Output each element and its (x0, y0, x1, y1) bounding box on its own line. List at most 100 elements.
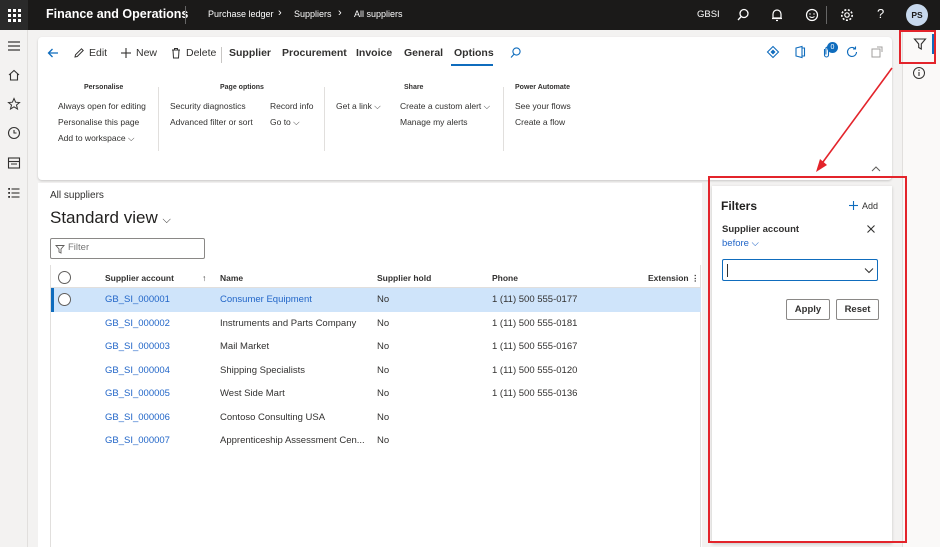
search-icon[interactable] (734, 6, 752, 24)
nav-breadcrumb-purchase-ledger[interactable]: Purchase ledger (208, 9, 274, 19)
sort-ascending-icon[interactable]: ↑ (202, 273, 206, 283)
row-select-radio[interactable] (58, 293, 71, 306)
gear-icon[interactable] (838, 6, 856, 24)
supplier-account-link[interactable]: GB_SI_000002 (105, 318, 170, 329)
top-bar: Finance and Operations Purchase ledger ›… (0, 0, 940, 30)
tab-options[interactable]: Options (454, 47, 494, 59)
annotation-highlight-filters-pane (708, 176, 907, 543)
supplier-name: Instruments and Parts Company (220, 318, 357, 329)
always-open-for-editing-button[interactable]: Always open for editing (58, 101, 146, 111)
home-icon[interactable] (6, 67, 22, 83)
smiley-icon[interactable] (803, 6, 821, 24)
chevron-right-icon: › (338, 7, 342, 19)
info-icon[interactable] (912, 66, 926, 80)
supplier-account-link[interactable]: GB_SI_000003 (105, 341, 170, 352)
table-row[interactable]: GB_SI_000006 Contoso Consulting USA No (51, 406, 701, 430)
column-header-phone[interactable]: Phone (492, 273, 518, 283)
divider (826, 6, 827, 24)
supplier-hold: No (377, 412, 390, 423)
column-header-extension[interactable]: Extension (648, 273, 689, 283)
see-your-flows-button[interactable]: See your flows (515, 101, 571, 111)
app-title[interactable]: Finance and Operations (46, 7, 188, 21)
avatar[interactable]: PS (906, 4, 928, 26)
company-picker[interactable]: GBSI (697, 9, 720, 20)
add-to-workspace-button[interactable]: Add to workspace ⌵ (58, 133, 134, 144)
supplier-account-link[interactable]: GB_SI_000007 (105, 435, 170, 446)
app-launcher-icon[interactable] (0, 0, 28, 30)
supplier-hold: No (377, 365, 390, 376)
supplier-account-link[interactable]: GB_SI_000004 (105, 365, 170, 376)
create-a-custom-alert-label: Create a custom alert (400, 101, 482, 111)
supplier-name: Contoso Consulting USA (220, 412, 326, 423)
phone: 1 (11) 500 555-0167 (492, 341, 578, 352)
office-icon[interactable] (793, 45, 807, 59)
supplier-account-link[interactable]: GB_SI_000006 (105, 412, 170, 423)
group-title-power-automate: Power Automate (515, 84, 570, 91)
chevron-right-icon: › (278, 7, 282, 19)
more-options-icon[interactable]: ⋮ (691, 273, 700, 284)
hamburger-menu-icon[interactable] (6, 38, 22, 54)
new-button[interactable]: New (120, 47, 157, 59)
table-row[interactable]: GB_SI_000003 Mail Market No 1 (11) 500 5… (51, 335, 701, 359)
record-info-button[interactable]: Record info (270, 101, 313, 111)
chevron-down-icon: ⌵ (374, 101, 381, 111)
tab-supplier[interactable]: Supplier (229, 47, 271, 59)
supplier-hold: No (377, 435, 390, 446)
advanced-filter-or-sort-button[interactable]: Advanced filter or sort (170, 117, 253, 127)
column-header-supplier-account[interactable]: Supplier account (105, 273, 174, 283)
edit-button[interactable]: Edit (73, 47, 107, 59)
supplier-hold: No (377, 388, 390, 399)
table-row[interactable]: GB_SI_000002 Instruments and Parts Compa… (51, 312, 701, 336)
divider (158, 87, 159, 151)
attachment-count-badge: 0 (827, 42, 838, 53)
open-in-new-window-icon[interactable] (870, 45, 884, 59)
group-title-page-options: Page options (220, 84, 264, 91)
plus-icon (121, 48, 131, 58)
supplier-account-link[interactable]: GB_SI_000005 (105, 388, 170, 399)
create-a-custom-alert-button[interactable]: Create a custom alert ⌵ (400, 101, 490, 112)
clock-icon[interactable] (6, 125, 22, 141)
grid-filter-input[interactable] (68, 242, 198, 253)
nav-breadcrumb-all-suppliers[interactable]: All suppliers (354, 9, 403, 19)
chevron-down-icon: ⌵ (162, 214, 171, 226)
help-icon[interactable]: ? (877, 6, 884, 21)
diamond-icon[interactable] (766, 45, 780, 59)
tab-invoice[interactable]: Invoice (356, 47, 392, 59)
workspace-icon[interactable] (6, 155, 22, 171)
column-header-name[interactable]: Name (220, 273, 243, 283)
chevron-down-icon: ⌵ (293, 117, 300, 127)
phone: 1 (11) 500 555-0177 (492, 294, 578, 305)
select-all-radio[interactable] (58, 271, 71, 284)
active-tab-underline (451, 64, 493, 66)
tab-general[interactable]: General (404, 47, 443, 59)
action-pane: Edit New Delete Supplier Procurement Inv… (38, 37, 892, 180)
modules-list-icon[interactable] (6, 185, 22, 201)
table-row[interactable]: GB_SI_000004 Shipping Specialists No 1 (… (51, 359, 701, 383)
refresh-icon[interactable] (845, 45, 859, 59)
divider (185, 6, 186, 24)
tab-procurement[interactable]: Procurement (282, 47, 347, 59)
search-icon[interactable] (509, 46, 522, 59)
back-arrow-icon[interactable] (46, 46, 60, 60)
create-a-flow-button[interactable]: Create a flow (515, 117, 565, 127)
group-title-personalise: Personalise (84, 84, 124, 91)
table-row[interactable]: GB_SI_000007 Apprenticeship Assessment C… (51, 429, 701, 453)
view-selector[interactable]: Standard view ⌵ (50, 208, 171, 228)
manage-my-alerts-button[interactable]: Manage my alerts (400, 117, 468, 127)
go-to-button[interactable]: Go to ⌵ (270, 117, 300, 128)
divider (503, 87, 504, 151)
bell-icon[interactable] (768, 6, 786, 24)
phone: 1 (11) 500 555-0120 (492, 365, 578, 376)
delete-button[interactable]: Delete (170, 47, 216, 59)
security-diagnostics-button[interactable]: Security diagnostics (170, 101, 246, 111)
nav-breadcrumb-suppliers[interactable]: Suppliers (294, 9, 332, 19)
get-a-link-button[interactable]: Get a link ⌵ (336, 101, 381, 112)
table-row[interactable]: GB_SI_000001 Consumer Equipment No 1 (11… (51, 288, 701, 312)
column-header-supplier-hold[interactable]: Supplier hold (377, 273, 431, 283)
table-row[interactable]: GB_SI_000005 West Side Mart No 1 (11) 50… (51, 382, 701, 406)
add-to-workspace-label: Add to workspace (58, 133, 126, 143)
star-icon[interactable] (6, 96, 22, 112)
personalise-this-page-button[interactable]: Personalise this page (58, 117, 139, 127)
supplier-account-link[interactable]: GB_SI_000001 (105, 294, 170, 305)
supplier-name[interactable]: Consumer Equipment (220, 294, 312, 305)
